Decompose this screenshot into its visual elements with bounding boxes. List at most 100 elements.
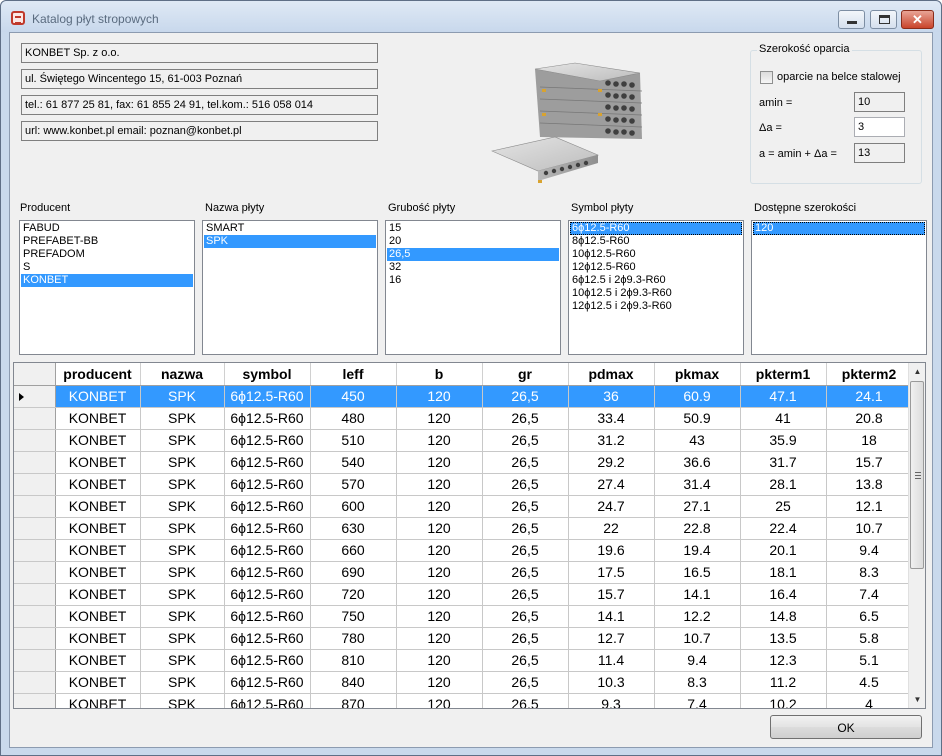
table-cell-pkterm2[interactable]: 6.5 <box>826 605 913 628</box>
table-cell-pdmax[interactable]: 36 <box>568 385 655 408</box>
table-cell-leff[interactable]: 630 <box>310 517 397 540</box>
table-cell-pkterm1[interactable]: 20.1 <box>740 539 827 562</box>
table-row[interactable]: KONBET SPK 6ϕ12.5-R60 540 120 26,5 29.2 36.6 31.… <box>14 451 913 474</box>
table-cell-leff[interactable]: 450 <box>310 385 397 408</box>
table-cell-pdmax[interactable]: 9.3 <box>568 693 655 708</box>
table-row[interactable]: KONBET SPK 6ϕ12.5-R60 510 120 26,5 31.2 43 35.9 1… <box>14 429 913 452</box>
grubosc-listbox[interactable]: 15 20 26,5 32 16 <box>385 220 561 355</box>
producent-listbox[interactable]: FABUD PREFABET-BB PREFADOM S KONBET <box>19 220 195 355</box>
table-cell-pkterm2[interactable]: 5.8 <box>826 627 913 650</box>
table-cell-gr[interactable]: 26,5 <box>482 385 569 408</box>
table-cell-b[interactable]: 120 <box>396 693 483 708</box>
table-cell-nazwa[interactable]: SPK <box>140 495 225 518</box>
table-row[interactable]: KONBET SPK 6ϕ12.5-R60 630 120 26,5 22 22.8 22.4 1… <box>14 517 913 540</box>
table-cell-b[interactable]: 120 <box>396 583 483 606</box>
column-header-gr[interactable]: gr <box>482 363 569 386</box>
row-header[interactable] <box>14 473 56 496</box>
column-header-pkterm2[interactable]: pkterm2 <box>826 363 913 386</box>
table-cell-pdmax[interactable]: 17.5 <box>568 561 655 584</box>
table-cell-pkterm1[interactable]: 13.5 <box>740 627 827 650</box>
minimize-button[interactable] <box>838 10 865 29</box>
list-item[interactable]: 12ϕ12.5 i 2ϕ9.3-R60 <box>570 300 742 313</box>
table-cell-producent[interactable]: KONBET <box>55 495 141 518</box>
table-cell-producent[interactable]: KONBET <box>55 451 141 474</box>
row-header[interactable] <box>14 407 56 430</box>
table-cell-producent[interactable]: KONBET <box>55 429 141 452</box>
table-cell-symbol[interactable]: 6ϕ12.5-R60 <box>224 561 311 584</box>
table-cell-pkterm1[interactable]: 14.8 <box>740 605 827 628</box>
table-cell-pkmax[interactable]: 9.4 <box>654 649 741 672</box>
table-cell-leff[interactable]: 690 <box>310 561 397 584</box>
table-cell-symbol[interactable]: 6ϕ12.5-R60 <box>224 429 311 452</box>
table-cell-pkmax[interactable]: 19.4 <box>654 539 741 562</box>
table-cell-producent[interactable]: KONBET <box>55 407 141 430</box>
table-cell-pdmax[interactable]: 24.7 <box>568 495 655 518</box>
list-item[interactable]: PREFADOM <box>21 248 193 261</box>
table-cell-b[interactable]: 120 <box>396 649 483 672</box>
table-cell-gr[interactable]: 26,5 <box>482 451 569 474</box>
table-cell-pkmax[interactable]: 7.4 <box>654 693 741 708</box>
table-cell-producent[interactable]: KONBET <box>55 671 141 694</box>
table-row[interactable]: KONBET SPK 6ϕ12.5-R60 810 120 26,5 11.4 9.4 12.3… <box>14 649 913 672</box>
table-cell-pkmax[interactable]: 60.9 <box>654 385 741 408</box>
table-cell-producent[interactable]: KONBET <box>55 583 141 606</box>
table-cell-pkterm2[interactable]: 9.4 <box>826 539 913 562</box>
table-cell-nazwa[interactable]: SPK <box>140 473 225 496</box>
row-header[interactable] <box>14 671 56 694</box>
table-cell-symbol[interactable]: 6ϕ12.5-R60 <box>224 517 311 540</box>
row-header[interactable] <box>14 561 56 584</box>
table-row[interactable]: KONBET SPK 6ϕ12.5-R60 480 120 26,5 33.4 50.9 41 2… <box>14 407 913 430</box>
table-cell-b[interactable]: 120 <box>396 627 483 650</box>
table-cell-nazwa[interactable]: SPK <box>140 517 225 540</box>
column-header-pdmax[interactable]: pdmax <box>568 363 655 386</box>
table-cell-pdmax[interactable]: 33.4 <box>568 407 655 430</box>
table-cell-pkterm2[interactable]: 15.7 <box>826 451 913 474</box>
table-cell-symbol[interactable]: 6ϕ12.5-R60 <box>224 385 311 408</box>
table-cell-gr[interactable]: 26,5 <box>482 583 569 606</box>
list-item[interactable]: KONBET <box>21 274 193 287</box>
table-cell-pkterm1[interactable]: 31.7 <box>740 451 827 474</box>
table-row[interactable]: KONBET SPK 6ϕ12.5-R60 870 120 26,5 9.3 7.4 10.2 4 <box>14 693 913 708</box>
table-cell-nazwa[interactable]: SPK <box>140 561 225 584</box>
table-cell-gr[interactable]: 26,5 <box>482 473 569 496</box>
table-cell-pkterm2[interactable]: 13.8 <box>826 473 913 496</box>
table-cell-leff[interactable]: 540 <box>310 451 397 474</box>
table-cell-gr[interactable]: 26,5 <box>482 517 569 540</box>
row-header[interactable] <box>14 605 56 628</box>
column-header-pkmax[interactable]: pkmax <box>654 363 741 386</box>
row-header[interactable] <box>14 517 56 540</box>
table-cell-pkterm2[interactable]: 5.1 <box>826 649 913 672</box>
list-item[interactable]: 20 <box>387 235 559 248</box>
table-cell-pkterm1[interactable]: 12.3 <box>740 649 827 672</box>
table-cell-b[interactable]: 120 <box>396 451 483 474</box>
table-cell-pdmax[interactable]: 15.7 <box>568 583 655 606</box>
table-cell-pkterm1[interactable]: 25 <box>740 495 827 518</box>
table-cell-producent[interactable]: KONBET <box>55 473 141 496</box>
list-item[interactable]: 6ϕ12.5 i 2ϕ9.3-R60 <box>570 274 742 287</box>
table-cell-pkterm2[interactable]: 12.1 <box>826 495 913 518</box>
table-cell-b[interactable]: 120 <box>396 561 483 584</box>
table-cell-pdmax[interactable]: 19.6 <box>568 539 655 562</box>
row-header[interactable] <box>14 451 56 474</box>
table-cell-leff[interactable]: 870 <box>310 693 397 708</box>
column-header-leff[interactable]: leff <box>310 363 397 386</box>
table-cell-nazwa[interactable]: SPK <box>140 649 225 672</box>
table-row[interactable]: KONBET SPK 6ϕ12.5-R60 600 120 26,5 24.7 27.1 25 1… <box>14 495 913 518</box>
table-cell-pkterm1[interactable]: 18.1 <box>740 561 827 584</box>
table-cell-symbol[interactable]: 6ϕ12.5-R60 <box>224 671 311 694</box>
scroll-up-icon[interactable]: ▲ <box>909 363 925 380</box>
table-cell-b[interactable]: 120 <box>396 495 483 518</box>
table-row[interactable]: KONBET SPK 6ϕ12.5-R60 450 120 26,5 36 60.9 47.1 2… <box>14 385 913 408</box>
maximize-button[interactable] <box>870 10 897 29</box>
column-header-nazwa[interactable]: nazwa <box>140 363 225 386</box>
list-item[interactable]: 6ϕ12.5-R60 <box>570 222 742 235</box>
table-cell-b[interactable]: 120 <box>396 517 483 540</box>
table-cell-leff[interactable]: 480 <box>310 407 397 430</box>
table-cell-pkterm1[interactable]: 16.4 <box>740 583 827 606</box>
table-cell-pkmax[interactable]: 36.6 <box>654 451 741 474</box>
table-cell-pkmax[interactable]: 43 <box>654 429 741 452</box>
table-cell-pdmax[interactable]: 11.4 <box>568 649 655 672</box>
table-cell-pkmax[interactable]: 14.1 <box>654 583 741 606</box>
table-cell-gr[interactable]: 26,5 <box>482 627 569 650</box>
list-item[interactable]: 16 <box>387 274 559 287</box>
